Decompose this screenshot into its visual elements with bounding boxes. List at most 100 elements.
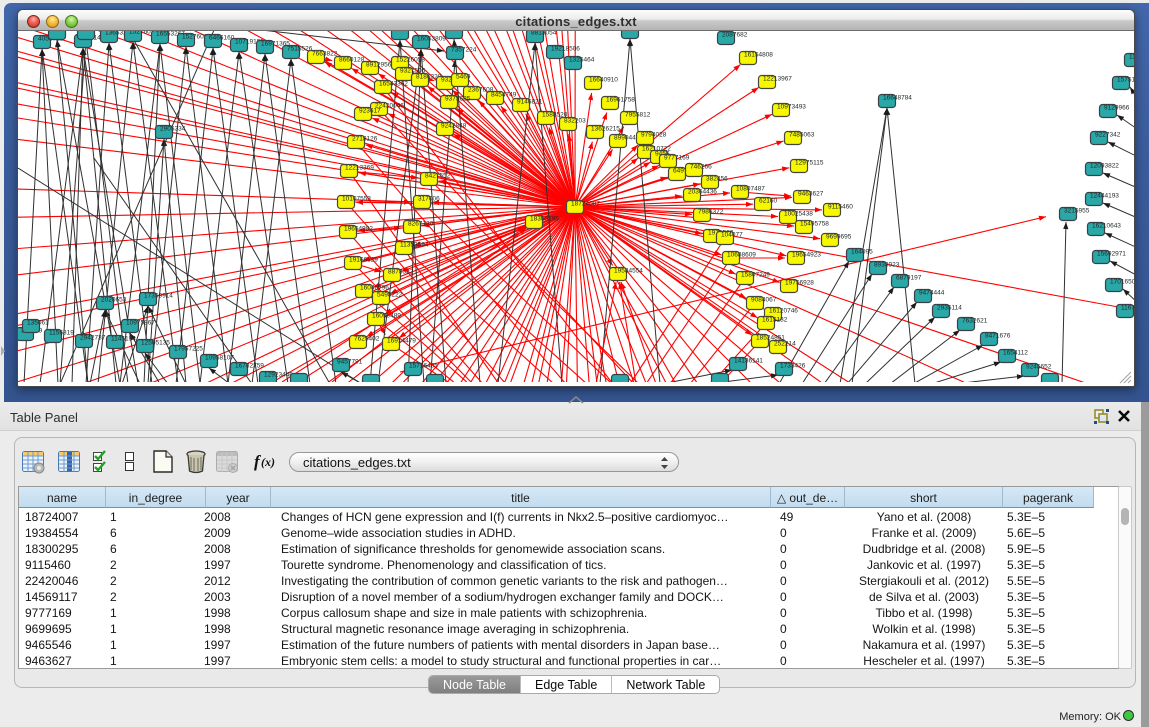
svg-text:746266: 746266 <box>690 164 712 171</box>
svg-text:3215955: 3215955 <box>1064 208 1090 215</box>
svg-text:10025438: 10025438 <box>784 211 813 218</box>
svg-text:317006: 317006 <box>418 196 440 203</box>
svg-text:1527602: 1527602 <box>182 34 208 41</box>
svg-text:2718126: 2718126 <box>352 136 378 143</box>
svg-text:7986372: 7986372 <box>698 209 724 216</box>
svg-text:10958107: 10958107 <box>205 355 234 362</box>
svg-text:9699695: 9699695 <box>826 234 852 241</box>
svg-text:8912956: 8912956 <box>366 62 392 69</box>
svg-text:1615132: 1615132 <box>762 317 788 324</box>
svg-text:7357224: 7357224 <box>451 47 477 54</box>
svg-text:832203: 832203 <box>564 118 586 125</box>
svg-text:16053809: 16053809 <box>417 36 446 43</box>
svg-text:9245652: 9245652 <box>1026 364 1052 371</box>
svg-text:164095: 164095 <box>851 249 873 256</box>
svg-text:1527602: 1527602 <box>129 31 155 36</box>
svg-text:1325464: 1325464 <box>569 57 595 64</box>
svg-text:8660128: 8660128 <box>339 57 365 64</box>
svg-text:16099489: 16099489 <box>372 313 401 320</box>
svg-text:19654982: 19654982 <box>344 226 373 233</box>
svg-text:7632621: 7632621 <box>962 318 988 325</box>
svg-text:2087682: 2087682 <box>722 32 748 39</box>
svg-text:17359914: 17359914 <box>144 293 173 300</box>
svg-text:2020653: 2020653 <box>101 297 127 304</box>
svg-text:16154808: 16154808 <box>744 52 773 59</box>
svg-text:135061: 135061 <box>27 320 49 327</box>
svg-text:10973493: 10973493 <box>777 104 806 111</box>
svg-text:11353594: 11353594 <box>400 242 429 249</box>
svg-text:15751074: 15751074 <box>1117 77 1134 84</box>
svg-text:2942737: 2942737 <box>80 335 106 342</box>
svg-text:252214: 252214 <box>774 341 796 348</box>
svg-text:7955812: 7955812 <box>625 112 651 119</box>
svg-text:19756928: 19756928 <box>785 280 814 287</box>
svg-text:1167531: 1167531 <box>1121 305 1134 312</box>
svg-text:19654923: 19654923 <box>792 252 821 259</box>
svg-text:(x): (x) <box>261 455 275 469</box>
svg-text:1733426: 1733426 <box>780 363 806 370</box>
svg-text:923617: 923617 <box>359 108 381 115</box>
svg-text:14136141: 14136141 <box>734 358 763 365</box>
svg-text:9463627: 9463627 <box>798 191 824 198</box>
svg-text:19166829: 19166829 <box>349 257 378 264</box>
svg-text:8813054: 8813054 <box>531 31 557 37</box>
svg-text:8878332: 8878332 <box>388 269 414 276</box>
svg-text:8267130: 8267130 <box>408 221 434 228</box>
svg-text:15807249: 15807249 <box>741 272 770 279</box>
svg-text:9129966: 9129966 <box>1104 105 1130 112</box>
svg-text:104077: 104077 <box>721 232 743 239</box>
svg-text:62160: 62160 <box>759 198 777 205</box>
svg-text:8990448: 8990448 <box>614 135 640 142</box>
svg-text:16782759: 16782759 <box>235 363 264 370</box>
svg-text:9794028: 9794028 <box>641 132 667 139</box>
svg-text:8938923: 8938923 <box>874 262 900 269</box>
svg-text:9457791: 9457791 <box>337 359 363 366</box>
svg-text:10807487: 10807487 <box>736 186 765 193</box>
svg-text:9777169: 9777169 <box>664 155 690 162</box>
svg-text:1654112: 1654112 <box>1003 350 1028 357</box>
svg-text:8427552: 8427552 <box>425 173 451 180</box>
svg-text:6879197: 6879197 <box>896 275 922 282</box>
svg-text:16210643: 16210643 <box>1092 223 1121 230</box>
svg-text:16961758: 16961758 <box>606 97 635 104</box>
svg-text:1156819: 1156819 <box>49 330 74 337</box>
svg-text:9227342: 9227342 <box>1095 132 1121 139</box>
svg-text:10107553: 10107553 <box>342 196 371 203</box>
svg-text:16120746: 16120746 <box>769 308 798 315</box>
svg-text:12505135: 12505135 <box>141 340 170 347</box>
svg-text:16648784: 16648784 <box>883 95 912 102</box>
svg-text:12444193: 12444193 <box>1090 193 1119 200</box>
svg-text:15226058: 15226058 <box>396 57 425 64</box>
svg-text:19584554: 19584554 <box>614 268 643 275</box>
svg-text:10688609: 10688609 <box>727 252 756 259</box>
svg-text:16046796: 16046796 <box>360 285 389 292</box>
svg-text:7625402: 7625402 <box>354 336 380 343</box>
svg-text:16914479: 16914479 <box>387 338 416 345</box>
svg-text:9375685: 9375685 <box>445 96 471 103</box>
svg-text:18300295: 18300295 <box>530 216 559 223</box>
svg-text:382456: 382456 <box>706 176 728 183</box>
svg-text:20364436: 20364436 <box>688 189 717 196</box>
svg-text:7485063: 7485063 <box>789 132 815 139</box>
svg-text:9242848: 9242848 <box>441 123 467 130</box>
svg-text:19218506: 19218506 <box>551 46 580 53</box>
svg-text:12975115: 12975115 <box>795 160 824 167</box>
svg-text:1117274: 1117274 <box>1129 54 1134 61</box>
svg-text:8471676: 8471676 <box>985 333 1011 340</box>
svg-text:9115460: 9115460 <box>828 204 853 211</box>
svg-text:13626215: 13626215 <box>591 126 620 133</box>
svg-text:16640910: 16640910 <box>589 77 618 84</box>
svg-text:9474444: 9474444 <box>919 290 945 297</box>
svg-text:9146821: 9146821 <box>517 99 543 106</box>
svg-text:15692971: 15692971 <box>1097 251 1126 258</box>
svg-text:17957225: 17957225 <box>174 346 203 353</box>
svg-text:5498222: 5498222 <box>377 292 403 299</box>
svg-text:16543362: 16543362 <box>379 81 408 88</box>
svg-text:1145194: 1145194 <box>111 336 136 343</box>
svg-text:12093822: 12093822 <box>1090 163 1119 170</box>
svg-text:5469: 5469 <box>456 74 471 81</box>
svg-text:17016504: 17016504 <box>1110 279 1134 286</box>
svg-text:9084067: 9084067 <box>751 297 777 304</box>
svg-text:18724007: 18724007 <box>571 201 600 208</box>
svg-text:2905334: 2905334 <box>160 126 186 133</box>
